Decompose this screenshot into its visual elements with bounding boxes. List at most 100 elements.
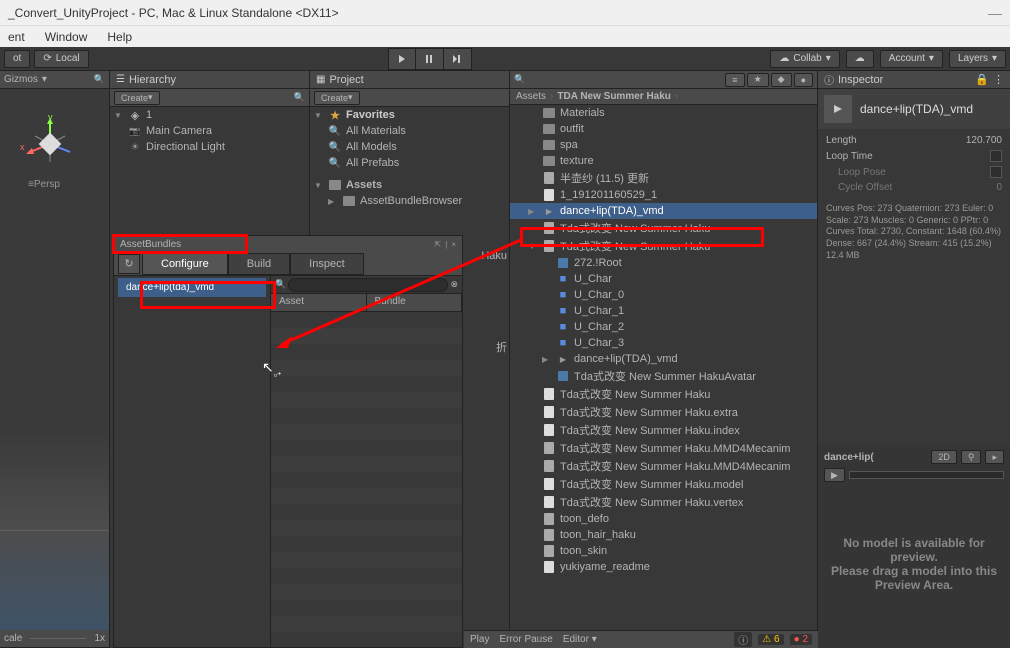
menu-window[interactable]: Window [41, 30, 92, 44]
clear-search-icon[interactable]: ⊗ [450, 279, 458, 290]
persp-label[interactable]: ≡Persp [28, 179, 60, 190]
project-tab[interactable]: ▦ Project [310, 71, 509, 89]
local-button[interactable]: ⟳ Local [34, 50, 88, 68]
preview-play-button[interactable]: ▶ [824, 468, 845, 482]
bundle-list[interactable]: dance+lip(tda)_vmd [114, 276, 271, 647]
search-icon[interactable]: 🔍 [94, 74, 105, 85]
bundle-asset-grid[interactable] [271, 312, 462, 647]
lock-icon[interactable]: 🔒 [975, 73, 989, 86]
type-filter-icon[interactable]: ◆ [771, 73, 792, 87]
asset-item[interactable]: Materials [510, 105, 817, 121]
speed-icon[interactable]: ▸ [985, 450, 1004, 464]
tab-inspect[interactable]: Inspect [290, 253, 363, 275]
pivot-button[interactable]: ot [4, 50, 30, 68]
asset-item[interactable]: yukiyame_readme [510, 559, 817, 575]
minimize-icon[interactable]: — [988, 5, 1002, 21]
bundle-item[interactable]: dance+lip(tda)_vmd [118, 278, 266, 297]
layers-dropdown[interactable]: Layers ▾ [949, 50, 1006, 68]
asset-item[interactable]: toon_defo [510, 511, 817, 527]
asset-item[interactable]: 半壶纱 (11.5) 更新 [510, 169, 817, 187]
pause-button[interactable] [416, 48, 444, 70]
asset-item[interactable]: U_Char_2 [510, 319, 817, 335]
save-filter-icon[interactable]: ● [794, 73, 813, 87]
asset-item[interactable]: Tda式改变 New Summer Haku [510, 219, 817, 237]
asset-item[interactable]: spa [510, 137, 817, 153]
step-button[interactable] [444, 48, 472, 70]
hierarchy-item-light[interactable]: Directional Light [110, 139, 309, 155]
asset-item[interactable]: ▶dance+lip(TDA)_vmd [510, 351, 817, 367]
play-label[interactable]: Play [470, 634, 489, 645]
asset-item[interactable]: Tda式改变 New Summer Haku.MMD4Mecanim [510, 439, 817, 457]
search-icon[interactable]: 🔍 [514, 74, 525, 85]
error-pause-label[interactable]: Error Pause [499, 634, 552, 645]
breadcrumb-item[interactable]: Assets [516, 91, 546, 102]
tab-build[interactable]: Build [228, 253, 290, 275]
create-dropdown[interactable]: Create ▾ [114, 91, 160, 105]
asset-item[interactable]: U_Char [510, 271, 817, 287]
star-filter-icon[interactable]: ★ [747, 73, 769, 87]
2d-button[interactable]: 2D [931, 450, 957, 464]
asset-item[interactable]: texture [510, 153, 817, 169]
asset-item[interactable]: Tda式改变 New Summer Haku.extra [510, 403, 817, 421]
ik-icon[interactable]: ⚲ [961, 450, 982, 464]
asset-item[interactable]: toon_skin [510, 543, 817, 559]
asset-item[interactable]: U_Char_1 [510, 303, 817, 319]
menu-ent[interactable]: ent [4, 30, 29, 44]
fav-all-prefabs[interactable]: All Prefabs [310, 155, 509, 171]
col-asset[interactable]: Asset [271, 294, 367, 311]
search-input[interactable] [288, 278, 448, 292]
fav-all-models[interactable]: All Models [310, 139, 509, 155]
col-bundle[interactable]: Bundle [367, 294, 463, 311]
asset-list[interactable]: Materialsoutfitspatexture半壶纱 (11.5) 更新1_… [510, 105, 817, 630]
play-button[interactable] [388, 48, 416, 70]
cloud-button[interactable]: ☁ [846, 50, 874, 68]
assets-item[interactable]: ▶ AssetBundleBrowser [310, 193, 509, 209]
fav-all-materials[interactable]: All Materials [310, 123, 509, 139]
info-badge[interactable]: ⓘ [734, 632, 752, 647]
asset-item[interactable]: 272.!Root [510, 255, 817, 271]
asset-item[interactable]: Tda式改变 New Summer Haku.vertex [510, 493, 817, 511]
asset-item[interactable]: Tda式改变 New Summer HakuAvatar [510, 367, 817, 385]
search-icon[interactable]: 🔍 [294, 92, 305, 103]
asset-item[interactable]: ▼Tda式改变 New Summer Haku [510, 237, 817, 255]
disclosure-icon[interactable]: ▶ [528, 207, 538, 216]
asset-item[interactable]: ▶dance+lip(TDA)_vmd [510, 203, 817, 219]
loop-time-checkbox[interactable] [990, 150, 1002, 162]
scene-view[interactable]: x y ≡Persp [0, 89, 109, 630]
asset-item[interactable]: toon_hair_haku [510, 527, 817, 543]
disclosure-icon[interactable]: ▶ [542, 355, 552, 364]
undock-icon[interactable]: ⇱ [435, 240, 442, 249]
menu-icon[interactable]: ⋮ [993, 73, 1004, 86]
warn-badge[interactable]: ⚠ 6 [758, 634, 783, 645]
create-dropdown[interactable]: Create ▾ [314, 91, 360, 105]
asset-item[interactable]: Tda式改变 New Summer Haku.model [510, 475, 817, 493]
scene-gizmo[interactable]: x y [20, 114, 80, 174]
refresh-button[interactable]: ↻ [118, 254, 140, 274]
breadcrumb-item[interactable]: TDA New Summer Haku [557, 91, 671, 102]
collab-dropdown[interactable]: ☁ Collab ▾ [770, 50, 839, 68]
asset-item[interactable]: Tda式改变 New Summer Haku.index [510, 421, 817, 439]
asset-item[interactable]: outfit [510, 121, 817, 137]
tab-configure[interactable]: Configure [142, 253, 228, 275]
close-icon[interactable]: × [451, 240, 456, 249]
editor-dropdown[interactable]: Editor ▾ [563, 634, 597, 645]
filter-icon[interactable]: ≡ [725, 73, 744, 87]
account-dropdown[interactable]: Account ▾ [880, 50, 943, 68]
assets-folder[interactable]: ▼ Assets [310, 177, 509, 193]
disclosure-icon[interactable]: ▼ [528, 242, 538, 251]
asset-item[interactable]: Tda式改变 New Summer Haku.MMD4Mecanim [510, 457, 817, 475]
hierarchy-tab[interactable]: ☰ Hierarchy [110, 71, 309, 89]
asset-item[interactable]: Tda式改变 New Summer Haku [510, 385, 817, 403]
hierarchy-item-camera[interactable]: Main Camera [110, 123, 309, 139]
assetbundles-titlebar[interactable]: AssetBundles ⇱ | × [114, 236, 462, 252]
inspector-tab[interactable]: ⓘ Inspector 🔒 ⋮ [818, 71, 1010, 89]
favorites-folder[interactable]: ▼ Favorites [310, 107, 509, 123]
asset-item[interactable]: 1_191201160529_1 [510, 187, 817, 203]
asset-item[interactable]: U_Char_3 [510, 335, 817, 351]
menu-help[interactable]: Help [103, 30, 136, 44]
scene-item[interactable]: ▼ ◈ 1 [110, 107, 309, 123]
error-badge[interactable]: ● 2 [790, 634, 812, 645]
preview-timeline[interactable] [849, 471, 1004, 479]
gizmos-dropdown[interactable]: Gizmos [4, 74, 38, 85]
asset-item[interactable]: U_Char_0 [510, 287, 817, 303]
